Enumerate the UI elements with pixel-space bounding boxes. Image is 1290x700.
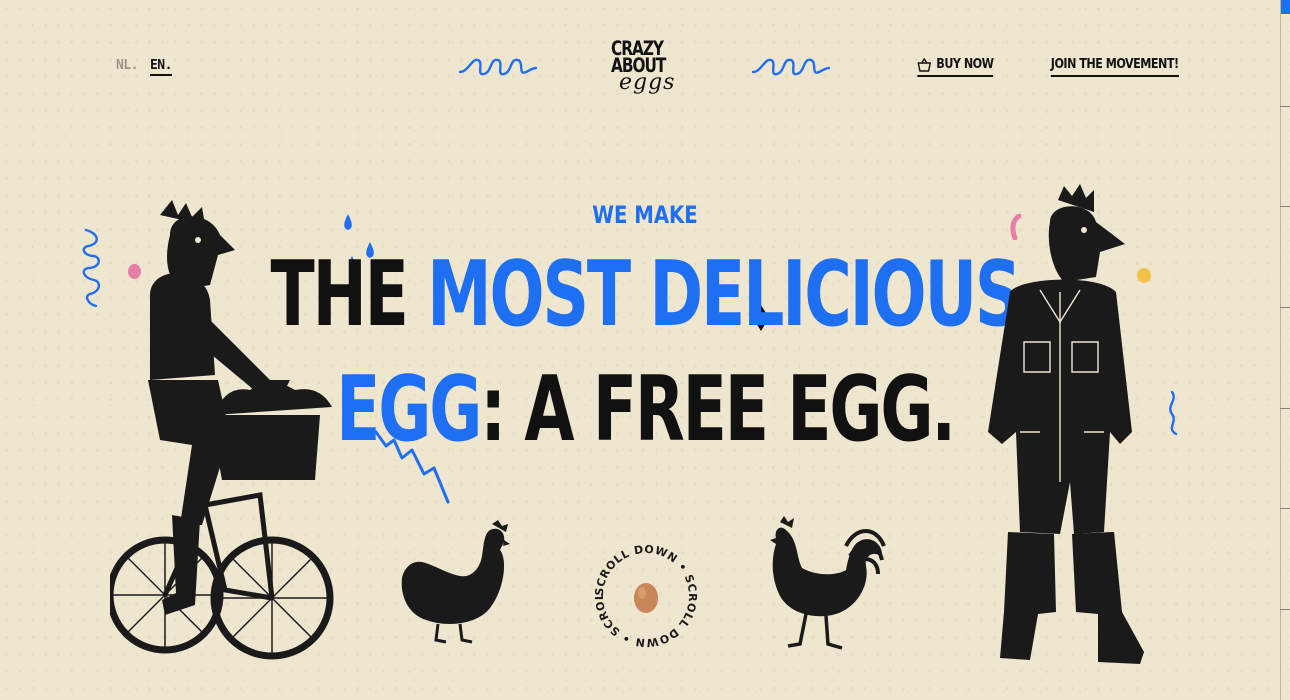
egg-icon: [634, 583, 658, 613]
join-movement-link[interactable]: JOIN THE MOVEMENT!: [1051, 57, 1180, 77]
headline-most-delicious: MOST DELICIOUS: [427, 242, 1021, 347]
squiggle-right-decoration: [751, 58, 831, 76]
basket-icon: [917, 57, 931, 72]
scroll-tick: [1280, 106, 1290, 107]
rooster-illustration: [770, 516, 886, 650]
chicken-farmer-illustration: [988, 184, 1144, 664]
scroll-tick: [1280, 508, 1290, 509]
scroll-tick: [1280, 206, 1290, 207]
scroll-down-badge[interactable]: SCROLL DOWN • SCROLL DOWN • SCROLL DOWN …: [588, 538, 704, 654]
site-logo[interactable]: CRAZY ABOUT eggs: [611, 39, 681, 93]
lang-nl-link[interactable]: NL.: [116, 58, 138, 76]
blue-spiral-left-decoration: [82, 228, 101, 308]
blue-wave-right-decoration: [1169, 390, 1178, 436]
language-switcher: NL. EN.: [116, 58, 172, 76]
header-nav: BUY NOW JOIN THE MOVEMENT!: [905, 57, 1180, 77]
headline-egg: EGG: [336, 357, 482, 462]
lang-en-link[interactable]: EN.: [149, 58, 172, 76]
scroll-tick: [1280, 408, 1290, 409]
hen-illustration: [401, 520, 510, 644]
logo-line-about: ABOUT: [611, 54, 666, 78]
join-movement-label: JOIN THE MOVEMENT!: [1051, 57, 1179, 72]
squiggle-left-decoration: [458, 58, 538, 76]
scroll-tick: [1280, 609, 1290, 610]
page-scrollbar[interactable]: [1280, 0, 1290, 700]
buy-now-link[interactable]: BUY NOW: [917, 57, 994, 77]
buy-now-label: BUY NOW: [936, 57, 994, 72]
scroll-tick: [1280, 307, 1290, 308]
headline-free-egg: : A FREE EGG.: [480, 357, 956, 462]
chicken-cyclist-illustration: [110, 200, 334, 660]
scrollbar-thumb[interactable]: [1281, 0, 1290, 14]
